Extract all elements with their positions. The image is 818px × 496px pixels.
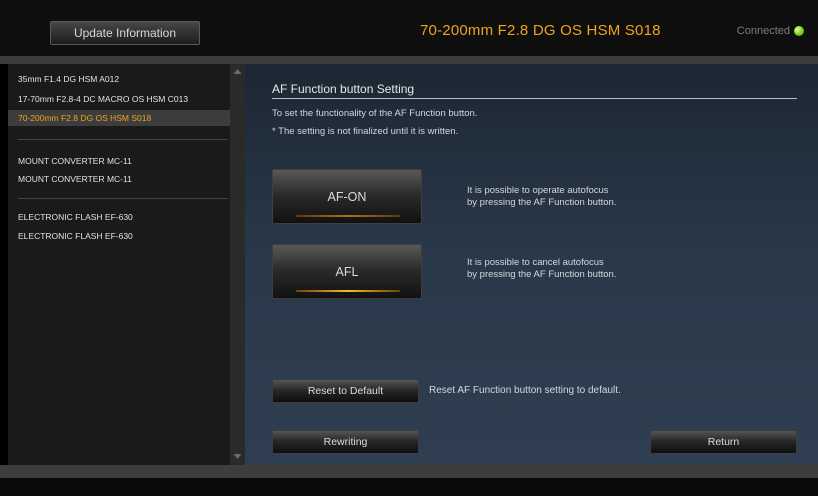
return-button[interactable]: Return: [650, 430, 797, 454]
sidebar-item-converter-1[interactable]: MOUNT CONVERTER MC-11: [18, 156, 132, 166]
afl-description-line2: by pressing the AF Function button.: [467, 269, 617, 280]
sidebar-divider: [18, 139, 228, 140]
sidebar-item-converter-2[interactable]: MOUNT CONVERTER MC-11: [18, 174, 132, 184]
footer-bar: [0, 465, 818, 496]
af-on-description-line2: by pressing the AF Function button.: [467, 197, 617, 208]
reset-to-default-button[interactable]: Reset to Default: [272, 379, 419, 403]
rewriting-button[interactable]: Rewriting: [272, 430, 419, 454]
afl-option-button[interactable]: AFL: [272, 244, 422, 299]
afl-option-label: AFL: [335, 265, 359, 279]
af-on-indicator-bar: [296, 215, 400, 217]
sidebar-item-lens-1[interactable]: 35mm F1.4 DG HSM A012: [18, 74, 119, 84]
lens-title: 70-200mm F2.8 DG OS HSM S018: [420, 22, 661, 39]
header-bar: Update Information 70-200mm F2.8 DG OS H…: [0, 0, 818, 56]
section-description: To set the functionality of the AF Funct…: [272, 108, 478, 119]
sidebar-scrollbar[interactable]: [230, 64, 245, 465]
af-on-option-button[interactable]: AF-ON: [272, 169, 422, 224]
sidebar-divider: [18, 198, 228, 199]
sidebar-item-flash-2[interactable]: ELECTRONIC FLASH EF-630: [18, 231, 133, 241]
af-on-option-label: AF-ON: [327, 190, 367, 204]
scroll-down-arrow-icon[interactable]: [232, 451, 243, 462]
device-sidebar: 35mm F1.4 DG HSM A012 17-70mm F2.8-4 DC …: [8, 64, 230, 465]
reset-description: Reset AF Function button setting to defa…: [429, 385, 621, 396]
af-on-description-line1: It is possible to operate autofocus: [467, 185, 609, 196]
section-title-rule: [272, 98, 797, 99]
sidebar-item-flash-1[interactable]: ELECTRONIC FLASH EF-630: [18, 212, 133, 222]
footer-base: [0, 478, 818, 496]
section-note: * The setting is not finalized until it …: [272, 126, 459, 137]
connection-status: Connected: [737, 25, 804, 37]
update-information-button[interactable]: Update Information: [50, 21, 200, 45]
afl-description-line1: It is possible to cancel autofocus: [467, 257, 604, 268]
scroll-up-arrow-icon[interactable]: [232, 66, 243, 77]
connection-status-label: Connected: [736, 25, 790, 37]
footer-strip: [0, 465, 818, 478]
section-title: AF Function button Setting: [272, 82, 415, 96]
header-separator: [0, 56, 818, 64]
settings-panel: AF Function button Setting To set the fu…: [245, 64, 818, 465]
sidebar-item-lens-2[interactable]: 17-70mm F2.8-4 DC MACRO OS HSM C013: [18, 94, 188, 104]
afl-indicator-bar: [296, 290, 400, 292]
sidebar-item-lens-3-selected[interactable]: 70-200mm F2.8 DG OS HSM S018: [8, 110, 230, 126]
afl-description: It is possible to cancel autofocus by pr…: [467, 257, 616, 281]
status-led-icon: [794, 26, 804, 36]
af-on-description: It is possible to operate autofocus by p…: [467, 185, 616, 209]
